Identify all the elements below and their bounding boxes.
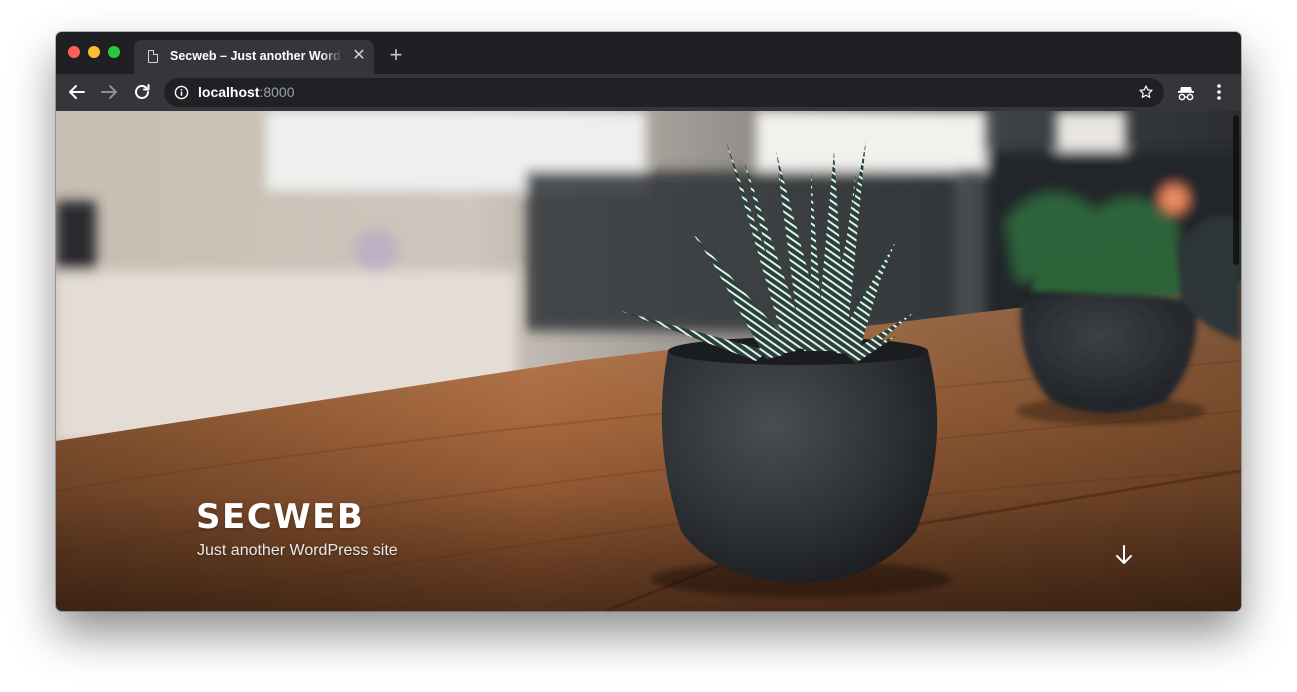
star-icon[interactable] bbox=[1138, 84, 1154, 105]
arrow-down-icon[interactable] bbox=[1114, 543, 1134, 567]
tab-strip: Secweb – Just another WordPress site ✕ + bbox=[56, 32, 1241, 74]
toolbar: localhost:8000 bbox=[56, 74, 1241, 111]
scrollbar-thumb[interactable] bbox=[1233, 115, 1239, 265]
site-description: Just another WordPress site bbox=[197, 542, 398, 559]
page-icon bbox=[148, 50, 158, 63]
address-bar[interactable]: localhost:8000 bbox=[164, 78, 1164, 107]
url-port: :8000 bbox=[259, 84, 295, 100]
info-icon[interactable] bbox=[174, 85, 189, 105]
arrow-left-icon[interactable] bbox=[65, 80, 89, 104]
arrow-right-icon[interactable] bbox=[97, 80, 121, 104]
incognito-icon[interactable] bbox=[1177, 81, 1195, 108]
url-host: localhost bbox=[198, 84, 260, 100]
minimize-window-button[interactable] bbox=[88, 46, 100, 58]
reload-icon[interactable] bbox=[130, 80, 154, 104]
tab-title: Secweb – Just another WordPress site bbox=[170, 49, 342, 63]
page-viewport: SECWEB Just another WordPress site bbox=[56, 111, 1241, 611]
url-text[interactable]: localhost:8000 bbox=[198, 84, 295, 100]
maximize-window-button[interactable] bbox=[108, 46, 120, 58]
tab-active[interactable]: Secweb – Just another WordPress site ✕ bbox=[134, 40, 374, 74]
browser-window: Secweb – Just another WordPress site ✕ +… bbox=[56, 32, 1241, 611]
plus-icon[interactable]: + bbox=[386, 44, 406, 66]
close-window-button[interactable] bbox=[68, 46, 80, 58]
close-icon[interactable]: ✕ bbox=[350, 47, 368, 65]
site-title[interactable]: SECWEB bbox=[196, 497, 364, 537]
kebab-menu-icon[interactable] bbox=[1213, 81, 1225, 108]
